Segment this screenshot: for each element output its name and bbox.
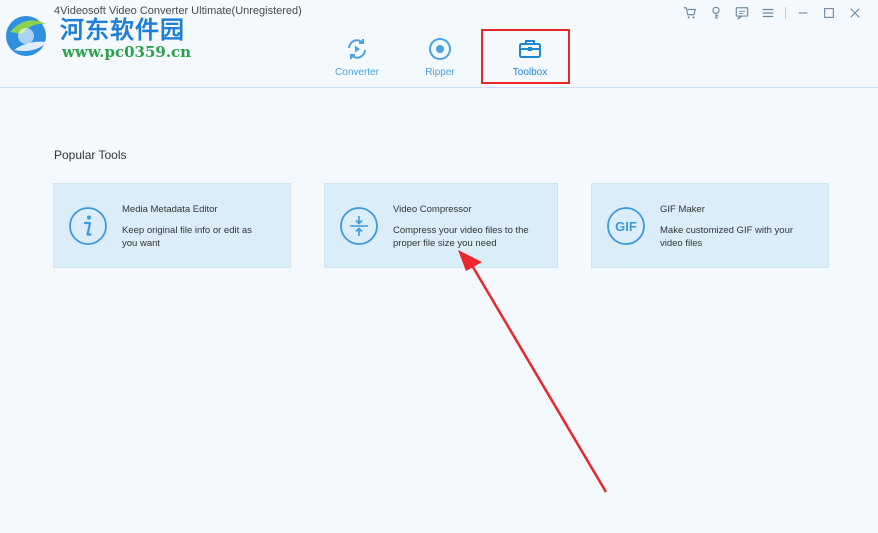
tool-description-line: you want (122, 238, 161, 249)
tab-ripper[interactable]: Ripper (394, 30, 486, 82)
tab-ripper-label: Ripper (425, 67, 455, 78)
tool-name: Media Metadata Editor (122, 204, 218, 215)
converter-icon (348, 39, 366, 59)
menu-icon[interactable] (755, 3, 781, 23)
watermark-url: www.pc0359.cn (62, 43, 192, 61)
close-icon[interactable] (842, 3, 868, 23)
tool-description-line: Compress your video files to the (393, 225, 529, 236)
tool-card-gif-maker[interactable]: GIF GIF Maker Make customized GIF with y… (591, 183, 829, 268)
gif-icon: GIF (607, 207, 645, 245)
tool-description-line: proper file size you need (393, 238, 497, 249)
watermark-logo (6, 16, 48, 56)
compress-icon (340, 207, 378, 245)
tool-card-metadata-editor[interactable]: Media Metadata Editor Keep original file… (53, 183, 291, 268)
tab-converter[interactable]: Converter (320, 30, 394, 82)
tool-card-video-compressor[interactable]: Video Compressor Compress your video fil… (324, 183, 558, 268)
key-icon[interactable] (703, 3, 729, 23)
tool-name: Video Compressor (393, 204, 472, 215)
cart-icon[interactable] (677, 3, 703, 23)
app-header: 4Videosoft Video Converter Ultimate(Unre… (0, 0, 878, 88)
tool-description: Make customized GIF with your video file… (660, 224, 793, 250)
tool-description-line: video files (660, 238, 703, 249)
tool-name: GIF Maker (660, 204, 705, 215)
tool-description: Compress your video files to the proper … (393, 224, 529, 250)
watermark-name: 河东软件园 (60, 15, 185, 44)
window-controls (677, 3, 868, 23)
controls-divider (785, 7, 786, 19)
info-icon (69, 207, 107, 245)
tool-description-line: Keep original file info or edit as (122, 225, 252, 236)
tab-converter-label: Converter (335, 67, 379, 78)
minimize-icon[interactable] (790, 3, 816, 23)
ripper-icon (429, 38, 451, 60)
tool-description: Keep original file info or edit as you w… (122, 224, 252, 250)
maximize-icon[interactable] (816, 3, 842, 23)
section-title: Popular Tools (54, 148, 127, 162)
toolbox-highlight-box (481, 29, 570, 84)
gif-icon-text: GIF (615, 219, 637, 234)
tool-description-line: Make customized GIF with your (660, 225, 794, 236)
chat-icon[interactable] (729, 3, 755, 23)
